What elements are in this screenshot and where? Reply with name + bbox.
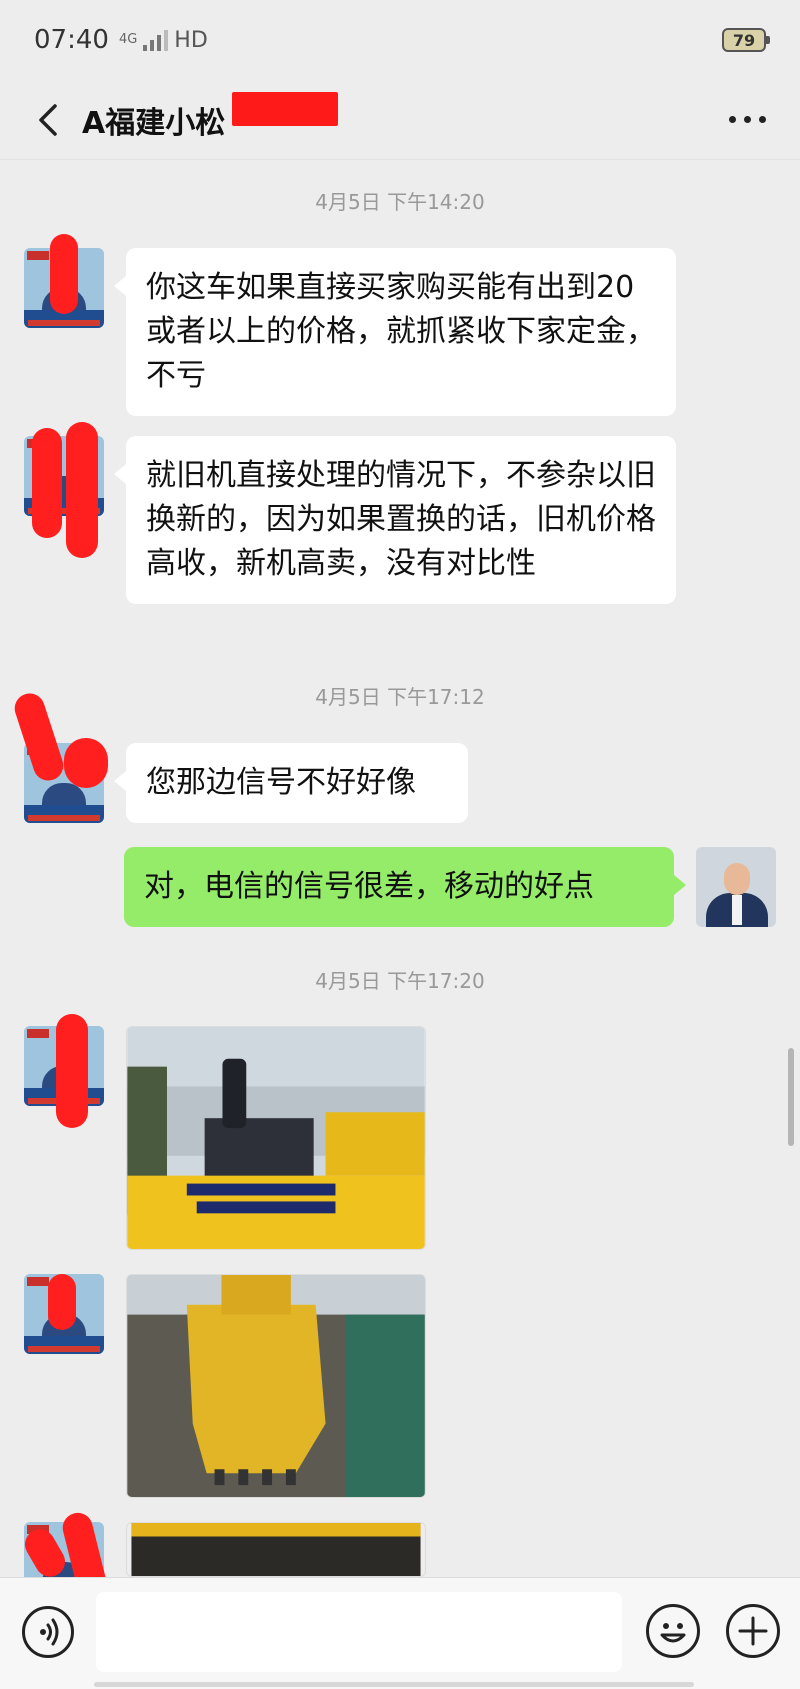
battery-level: 79: [732, 30, 756, 50]
avatar-self[interactable]: [696, 847, 776, 927]
timestamp: 4月5日 下午17:20: [315, 969, 485, 993]
home-indicator: [94, 1682, 694, 1687]
message-bubble[interactable]: 你这车如果直接买家购买能有出到20或者以上的价格，就抓紧收下家定金，不亏: [114, 248, 676, 416]
image-message-bucket[interactable]: [126, 1274, 426, 1498]
image-message-partial[interactable]: [126, 1522, 426, 1577]
status-time: 07:40: [34, 25, 109, 55]
plus-icon[interactable]: [726, 1604, 780, 1658]
signal-icon: [143, 29, 169, 51]
chat-title: A福建小松: [82, 106, 226, 141]
timestamp: 4月5日 下午17:12: [315, 685, 485, 709]
message-input[interactable]: [96, 1592, 622, 1672]
redaction-mark: [48, 1274, 76, 1330]
redaction-mark: [56, 1014, 88, 1128]
message-bubble[interactable]: 您那边信号不好好像: [114, 743, 468, 823]
redaction-mark: [50, 234, 78, 314]
message-bubble[interactable]: 就旧机直接处理的情况下，不参杂以旧换新的，因为如果置换的话，旧机价格高收，新机高…: [114, 436, 676, 604]
more-icon[interactable]: [729, 116, 766, 123]
hd-label: HD: [174, 27, 208, 53]
scrollbar[interactable]: [788, 1048, 794, 1146]
battery-icon: 79: [722, 28, 770, 52]
redaction-mark: [66, 422, 98, 558]
network-type: 4G: [118, 32, 138, 47]
network-indicator: 4G HD: [119, 28, 208, 53]
chat-header: A福建小松: [0, 80, 800, 160]
status-bar: 07:40 4G HD 79: [0, 0, 800, 80]
back-icon[interactable]: [30, 100, 70, 140]
message-bubble-self[interactable]: 对，电信的信号很差，移动的好点: [124, 847, 686, 927]
voice-icon[interactable]: [22, 1606, 74, 1658]
image-message-excavator[interactable]: [126, 1026, 426, 1250]
emoji-icon[interactable]: [646, 1604, 700, 1658]
redaction-mark: [32, 428, 62, 538]
timestamp: 4月5日 下午14:20: [315, 190, 485, 214]
redaction-mark: [64, 738, 108, 788]
redaction-mark: [232, 92, 338, 126]
input-bar: [0, 1577, 800, 1689]
